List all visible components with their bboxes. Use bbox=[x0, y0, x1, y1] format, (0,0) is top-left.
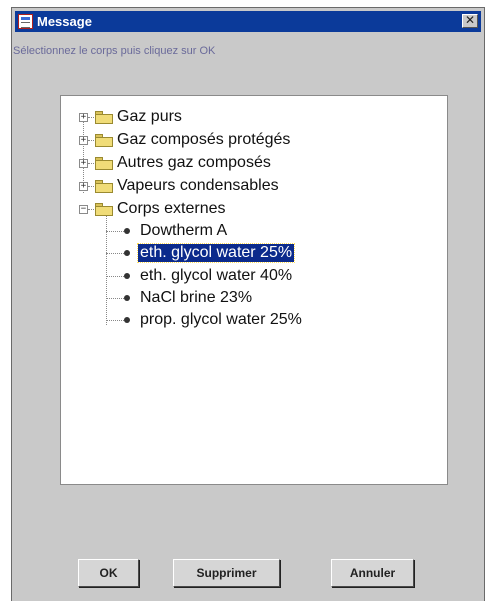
tree-folder-gaz-purs[interactable]: + Gaz purs bbox=[79, 107, 182, 127]
tree-item-label: NaCl brine 23% bbox=[140, 289, 253, 306]
bullet-icon bbox=[124, 250, 130, 256]
window-title: Message bbox=[37, 14, 92, 29]
close-icon[interactable]: ✕ bbox=[462, 14, 478, 28]
expand-icon[interactable]: + bbox=[79, 135, 88, 145]
tree-panel[interactable]: + Gaz purs + Gaz composés protégés + Aut… bbox=[60, 95, 448, 485]
tree-item-label: Dowtherm A bbox=[140, 222, 228, 239]
instruction-text: Sélectionnez le corps puis cliquez sur O… bbox=[13, 45, 216, 57]
tree-folder-label: Gaz purs bbox=[117, 108, 182, 125]
tree-folder-label: Corps externes bbox=[117, 200, 226, 217]
folder-icon bbox=[95, 179, 113, 193]
ok-button[interactable]: OK bbox=[78, 559, 139, 587]
tree-folder-corps-externes[interactable]: − Corps externes bbox=[79, 199, 226, 219]
collapse-icon[interactable]: − bbox=[79, 204, 88, 214]
folder-icon bbox=[95, 110, 113, 124]
tree-folder-gaz-composes-proteges[interactable]: + Gaz composés protégés bbox=[79, 130, 290, 150]
tree-item-prop-glycol-water-25[interactable]: prop. glycol water 25% bbox=[106, 310, 304, 330]
expand-icon[interactable]: + bbox=[79, 181, 88, 191]
bullet-icon bbox=[124, 273, 130, 279]
tree-folder-vapeurs-condensables[interactable]: + Vapeurs condensables bbox=[79, 176, 279, 196]
expand-icon[interactable]: + bbox=[79, 158, 88, 168]
folder-icon bbox=[95, 156, 113, 170]
bullet-icon bbox=[124, 317, 130, 323]
delete-button[interactable]: Supprimer bbox=[173, 559, 280, 587]
tree-item-label: eth. glycol water 40% bbox=[140, 267, 293, 284]
expand-icon[interactable]: + bbox=[79, 112, 88, 122]
tree-item-eth-glycol-water-25[interactable]: eth. glycol water 25% bbox=[106, 243, 296, 263]
tree-folder-label: Vapeurs condensables bbox=[117, 177, 279, 194]
tree-item-eth-glycol-water-40[interactable]: eth. glycol water 40% bbox=[106, 266, 294, 286]
tree-item-label: prop. glycol water 25% bbox=[140, 311, 302, 328]
bullet-icon bbox=[124, 295, 130, 301]
cancel-button[interactable]: Annuler bbox=[331, 559, 414, 587]
tree-item-label: eth. glycol water 25% bbox=[136, 243, 296, 263]
bullet-icon bbox=[124, 228, 130, 234]
message-window-icon bbox=[18, 14, 33, 29]
tree-folder-autres-gaz-composes[interactable]: + Autres gaz composés bbox=[79, 153, 271, 173]
folder-open-icon bbox=[95, 202, 113, 216]
tree-item-dowtherm-a[interactable]: Dowtherm A bbox=[106, 221, 229, 241]
title-bar[interactable]: Message ✕ bbox=[15, 11, 481, 32]
tree-folder-label: Autres gaz composés bbox=[117, 154, 271, 171]
tree-item-nacl-brine-23[interactable]: NaCl brine 23% bbox=[106, 288, 254, 308]
tree-folder-label: Gaz composés protégés bbox=[117, 131, 291, 148]
message-dialog: Message ✕ Sélectionnez le corps puis cli… bbox=[11, 7, 485, 601]
folder-icon bbox=[95, 133, 113, 147]
